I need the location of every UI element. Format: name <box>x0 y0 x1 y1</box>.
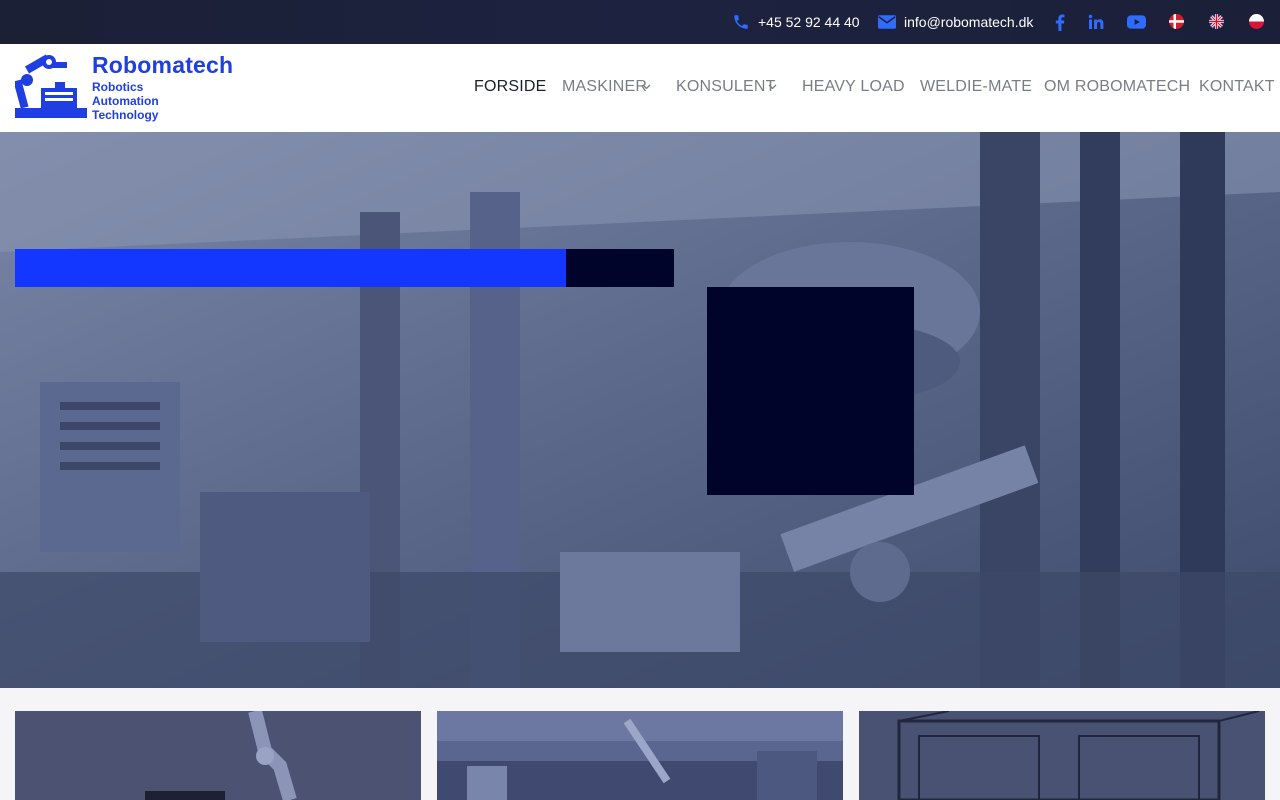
logo-tagline-robotics: Robotics <box>92 80 144 94</box>
service-card-factory[interactable] <box>437 711 843 800</box>
email-link[interactable]: info@robomatech.dk <box>878 0 1033 44</box>
envelope-icon <box>878 15 896 29</box>
service-card-machine-cad[interactable] <box>859 711 1265 800</box>
hero-section <box>0 132 1280 688</box>
linkedin-icon[interactable] <box>1087 12 1105 32</box>
hero-dark-bar <box>566 249 674 287</box>
danish-flag[interactable] <box>1169 14 1184 29</box>
top-bar: +45 52 92 44 40 info@robomatech.dk <box>0 0 1280 44</box>
facebook-icon[interactable] <box>1053 12 1067 32</box>
nav-kontakt[interactable]: KONTAKT <box>1199 78 1275 98</box>
phone-number: +45 52 92 44 40 <box>758 14 860 30</box>
polish-flag[interactable] <box>1249 14 1264 29</box>
logo-tagline-technology: Technology <box>92 108 159 122</box>
chevron-down-icon <box>642 84 651 90</box>
nav-konsulent-label: KONSULENT <box>676 78 776 95</box>
robot-arm-logo-icon <box>15 54 87 118</box>
factory-card-image <box>437 711 843 800</box>
logo-title: Robomatech <box>92 52 234 78</box>
youtube-icon[interactable] <box>1126 12 1146 32</box>
nav-weldie-mate[interactable]: WELDIE-MATE <box>920 78 1032 98</box>
nav-maskiner-label: MASKINER <box>562 78 648 95</box>
service-card-robot-arm[interactable] <box>15 711 421 800</box>
nav-om-robomatech[interactable]: OM ROBOMATECH <box>1044 78 1190 98</box>
nav-konsulent[interactable]: KONSULENT <box>676 78 777 98</box>
nav-forside[interactable]: FORSIDE <box>474 78 547 98</box>
hero-dark-block <box>707 287 914 495</box>
hero-machine-background-image <box>0 132 1280 688</box>
email-address: info@robomatech.dk <box>904 14 1034 30</box>
phone-link[interactable]: +45 52 92 44 40 <box>732 0 860 44</box>
robot-arm-card-image <box>15 711 421 800</box>
english-flag[interactable] <box>1209 14 1224 29</box>
nav-heavy-load[interactable]: HEAVY LOAD <box>802 78 905 98</box>
chevron-down-icon <box>768 84 777 90</box>
phone-icon <box>734 15 748 29</box>
main-header: Robomatech Robotics Automation Technolog… <box>0 44 1280 132</box>
nav-maskiner[interactable]: MASKINER <box>562 78 651 98</box>
machine-cad-card-image <box>859 711 1265 800</box>
hero-accent-bar <box>15 249 566 287</box>
logo-tagline-automation: Automation <box>92 94 159 108</box>
site-logo[interactable]: Robomatech Robotics Automation Technolog… <box>15 52 235 124</box>
